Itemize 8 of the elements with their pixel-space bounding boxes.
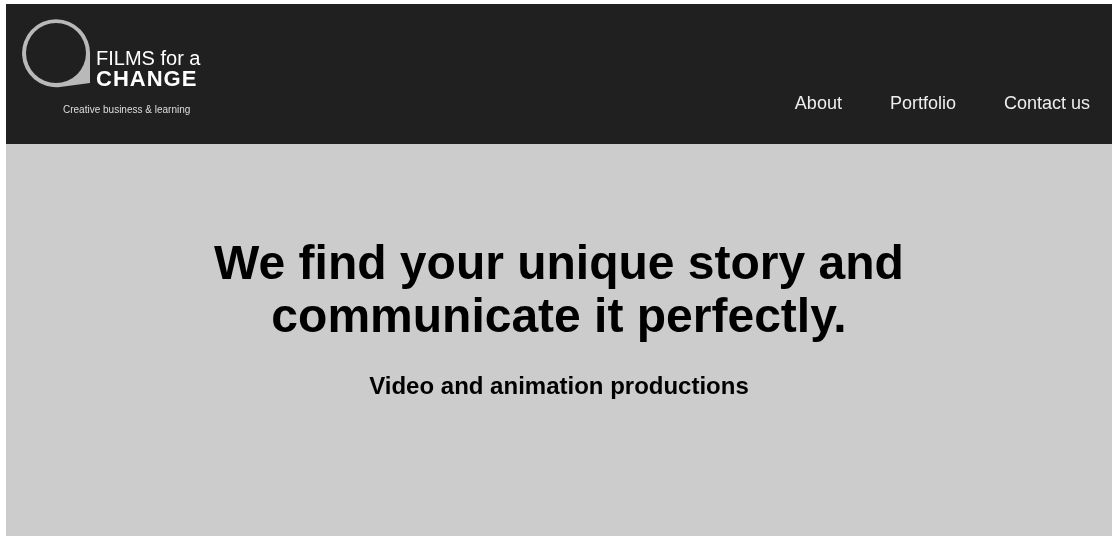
nav-link[interactable]: Portfolio (889, 93, 956, 114)
nav-link[interactable]: Contact us (1003, 93, 1090, 114)
logo-tagline: Creative business & learning (63, 104, 191, 115)
hero-subheading: Video and animation productions (369, 372, 749, 400)
logo-text: FILMS for a (96, 48, 201, 68)
logo-text: CHANGE (96, 68, 199, 90)
hero-heading: We find your unique story and communicate it perfectly. (213, 236, 905, 342)
nav-link[interactable]: About (794, 93, 842, 114)
